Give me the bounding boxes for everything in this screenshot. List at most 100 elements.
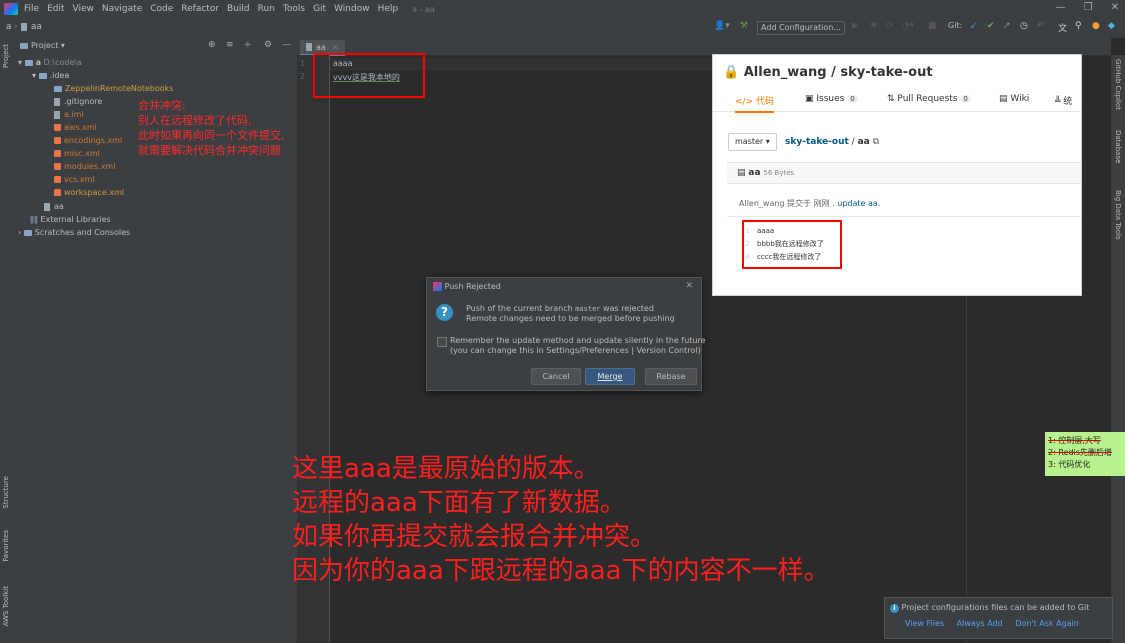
tree-item-vcs-xml[interactable]: vcs.xml (54, 173, 95, 186)
close-tab-icon[interactable]: ✕ (332, 43, 339, 52)
tree-item-aws-xml[interactable]: aws.xml (54, 121, 97, 134)
library-icon: ǁǁ (30, 215, 41, 224)
menu-file[interactable]: File (24, 4, 39, 14)
menu-code[interactable]: Code (150, 4, 173, 14)
file-icon (306, 43, 312, 51)
close-window-icon[interactable]: ✕ (1111, 2, 1119, 13)
breadcrumb-project[interactable]: a (6, 22, 12, 32)
user-icon[interactable]: 👤▾ (714, 21, 730, 31)
copy-icon[interactable]: ⧉ (873, 137, 879, 147)
tab-stats[interactable]: ╩ 统 (1055, 94, 1072, 107)
tree-item-idea[interactable]: ▾ .idea (32, 69, 69, 82)
gear-icon[interactable]: ⚙ (264, 40, 272, 50)
tree-item-scratches[interactable]: › Scratches and Consoles (18, 226, 130, 239)
minimize-icon[interactable]: — (1056, 2, 1066, 13)
menu-bar: File Edit View Navigate Code Refactor Bu… (0, 0, 1125, 18)
main-toolbar: a › aa 👤▾ ⚒ Add Configuration... ▶ ✱ ⟳ ◔… (0, 18, 1125, 39)
git-rollback-icon[interactable]: ↶ (1037, 21, 1045, 31)
expand-all-icon[interactable]: ÷ (244, 40, 252, 50)
repo-title[interactable]: Allen_wang / sky-take-out (744, 65, 933, 80)
run-icon[interactable]: ▶ (852, 21, 859, 31)
pull-request-icon: ⇅ (887, 94, 895, 104)
tool-big-data-tools[interactable]: Big Data Tools (1114, 190, 1122, 240)
tool-project[interactable]: Project (2, 44, 10, 68)
tree-item-external-libraries[interactable]: ǁǁ External Libraries (30, 213, 111, 226)
sticky-line-2: 2: Redis先删后增 (1048, 448, 1112, 457)
xml-file-icon (54, 137, 61, 144)
project-panel-header: Project ▾ ⊕ ≡ ÷ ⚙ — (14, 38, 297, 56)
menu-edit[interactable]: Edit (47, 4, 64, 14)
debug-icon[interactable]: ✱ (870, 21, 878, 31)
tab-code[interactable]: </> 代码 (735, 94, 775, 113)
sticky-note: 1: 控制层,大写 2: Redis先删后增 3: 代码优化 (1045, 432, 1125, 476)
git-update-icon[interactable]: ↙ (970, 21, 978, 31)
tool-structure[interactable]: Structure (2, 476, 10, 509)
menu-git[interactable]: Git (313, 4, 326, 14)
search-everywhere-icon[interactable]: ⚲ (1075, 21, 1082, 31)
menu-help[interactable]: Help (378, 4, 399, 14)
module-folder-icon (24, 59, 33, 66)
tree-item-workspace-xml[interactable]: workspace.xml (54, 186, 124, 199)
commit-link[interactable]: update aa. (837, 199, 880, 208)
menu-refactor[interactable]: Refactor (181, 4, 219, 14)
tool-aws-toolkit[interactable]: AWS Toolkit (2, 586, 10, 626)
collapse-all-icon[interactable]: ≡ (226, 40, 234, 50)
tree-item-zeppelin[interactable]: ZeppelinRemoteNotebooks (54, 82, 173, 95)
restore-icon[interactable]: ❐ (1084, 2, 1093, 13)
scratches-icon (23, 229, 32, 236)
menu-window[interactable]: Window (334, 4, 370, 14)
tab-wiki[interactable]: ▤ Wiki (999, 94, 1029, 104)
tool-database[interactable]: Database (1114, 130, 1122, 163)
translate-icon[interactable]: 文 (1058, 21, 1067, 34)
branch-select[interactable]: master ▾ (728, 133, 777, 151)
menu-tools[interactable]: Tools (283, 4, 305, 14)
plugin-icon[interactable]: ◆ (1108, 21, 1115, 31)
folder-icon (54, 85, 62, 92)
locate-file-icon[interactable]: ⊕ (208, 40, 216, 50)
rebase-button[interactable]: Rebase (645, 368, 697, 385)
always-add-link[interactable]: Always Add (957, 619, 1003, 628)
updates-icon[interactable]: ● (1092, 21, 1100, 31)
repo-tabs: </> 代码 ▣ Issues 0 ⇅ Pull Requests 0 ▤ Wi… (713, 89, 1081, 113)
menu-view[interactable]: View (73, 4, 94, 14)
dont-ask-again-link[interactable]: Don't Ask Again (1015, 619, 1079, 628)
xml-file-icon (54, 189, 61, 196)
menu-navigate[interactable]: Navigate (102, 4, 142, 14)
menu-run[interactable]: Run (258, 4, 275, 14)
git-history-icon[interactable]: ◷ (1020, 21, 1028, 31)
intellij-logo-icon (4, 3, 18, 15)
merge-button[interactable]: Merge (585, 368, 635, 385)
tool-github-copilot[interactable]: GitHub Copilot (1114, 59, 1122, 110)
tab-pull-requests[interactable]: ⇅ Pull Requests 0 (887, 94, 971, 104)
project-panel-title[interactable]: Project (31, 41, 58, 50)
big-annotation: 这里aaa是最原始的版本。 远程的aaa下面有了新数据。 如果你再提交就会报合并… (292, 454, 830, 586)
tree-item-gitignore[interactable]: .gitignore (54, 95, 102, 108)
cancel-button[interactable]: Cancel (531, 368, 581, 385)
close-icon[interactable]: ✕ (685, 281, 693, 291)
remember-checkbox[interactable] (437, 337, 447, 347)
profile-icon[interactable]: ◔▾ (902, 21, 914, 31)
git-push-icon[interactable]: ↗ (1003, 21, 1011, 31)
hide-panel-icon[interactable]: — (282, 40, 291, 50)
view-files-link[interactable]: View Files (905, 619, 944, 628)
path-file: aa (857, 137, 870, 147)
tab-issues[interactable]: ▣ Issues 0 (805, 94, 858, 104)
breadcrumb-file[interactable]: aa (31, 22, 42, 32)
path-repo-link[interactable]: sky-take-out (785, 137, 849, 147)
hammer-icon[interactable]: ⚒ (740, 21, 748, 31)
tree-item-root[interactable]: ▾ a D:\code\a (18, 56, 82, 69)
question-icon: ? (436, 304, 453, 321)
run-configuration-select[interactable]: Add Configuration... (757, 21, 845, 35)
file-icon (20, 22, 27, 31)
stop-icon[interactable]: ■ (928, 21, 937, 31)
tree-item-misc-xml[interactable]: misc.xml (54, 147, 100, 160)
tree-item-a-iml[interactable]: a.iml (54, 108, 84, 121)
git-commit-icon[interactable]: ✔ (987, 21, 995, 31)
tree-item-modules-xml[interactable]: modules.xml (54, 160, 115, 173)
tree-item-aa[interactable]: aa (44, 200, 64, 213)
push-rejected-dialog: Push Rejected ✕ ? Push of the current br… (426, 277, 706, 391)
tool-favorites[interactable]: Favorites (2, 530, 10, 562)
menu-build[interactable]: Build (227, 4, 250, 14)
coverage-icon[interactable]: ⟳ (886, 21, 894, 31)
tree-item-encodings-xml[interactable]: encodings.xml (54, 134, 122, 147)
